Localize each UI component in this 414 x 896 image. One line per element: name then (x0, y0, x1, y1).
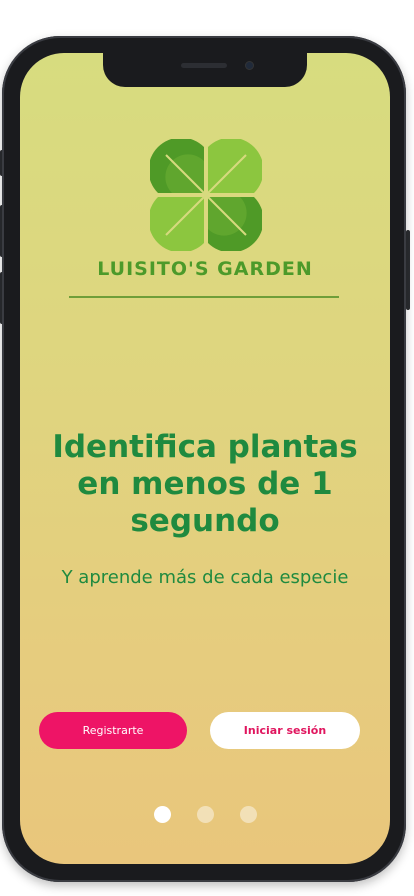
power-button (406, 230, 410, 310)
page-dot-3[interactable] (239, 806, 257, 823)
four-leaf-clover-icon (150, 139, 262, 251)
mockup-stage: LUISITO'S GARDEN Identifica plantas en m… (0, 0, 414, 896)
onboarding-headline: Identifica plantas en menos de 1 segundo (52, 429, 358, 539)
header-divider (69, 296, 339, 298)
brand-name: LUISITO'S GARDEN (97, 258, 313, 280)
app-screen: LUISITO'S GARDEN Identifica plantas en m… (20, 53, 390, 864)
camera-icon (245, 61, 254, 70)
register-button[interactable]: Registrarte (39, 712, 187, 749)
phone-notch (103, 53, 307, 87)
speaker-grille (181, 63, 227, 68)
login-button[interactable]: Iniciar sesión (210, 712, 360, 749)
page-dot-2[interactable] (196, 806, 214, 823)
onboarding-subtitle: Y aprende más de cada especie (61, 567, 349, 588)
page-dot-1[interactable] (153, 806, 171, 823)
page-indicator (20, 806, 390, 823)
